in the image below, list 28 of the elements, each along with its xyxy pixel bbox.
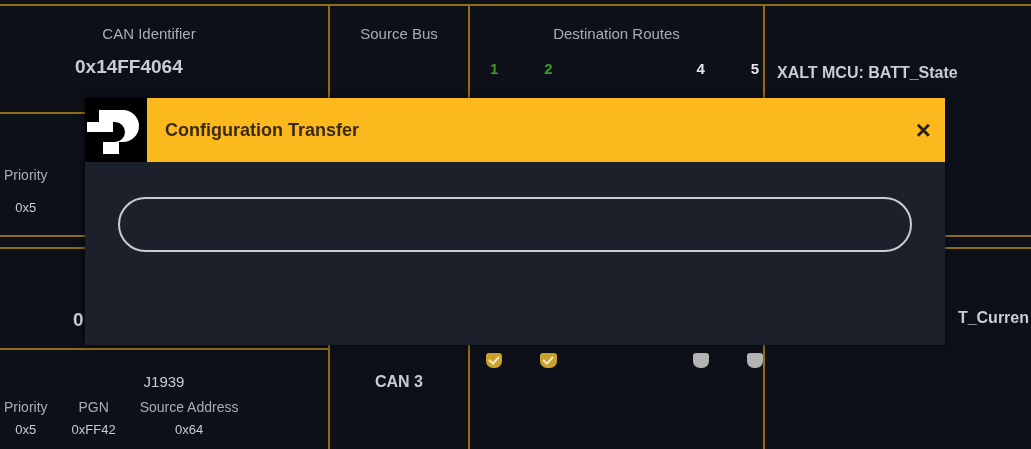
field-label: Priority (4, 166, 48, 184)
column-header: Destination Routes (552, 24, 681, 44)
can-identifier: 0 (72, 309, 85, 331)
message-name: XALT MCU: BATT_State (776, 64, 959, 82)
route-number: 4 (695, 60, 706, 77)
column-header: CAN Identifier (101, 24, 197, 44)
column-header: Source Bus (359, 24, 439, 44)
source-bus: CAN 3 (374, 373, 424, 391)
field-label: Priority (4, 398, 48, 416)
logo-icon (85, 98, 147, 162)
field-label: PGN (78, 398, 109, 416)
field-value: 0x5 (15, 422, 37, 438)
message-name: T_Curren (956, 309, 1030, 327)
route-checkbox[interactable] (746, 353, 763, 368)
field-label: Source Address (139, 398, 239, 416)
panel-title: J1939 (142, 372, 186, 392)
field-value: 0xFF42 (71, 422, 116, 438)
close-button[interactable]: × (911, 116, 935, 144)
route-number: 1 (488, 60, 500, 77)
field-value: 0x5 (15, 200, 37, 216)
route-checkbox[interactable] (540, 353, 557, 368)
route-number: 5 (749, 60, 761, 77)
route-checkbox[interactable] (692, 353, 709, 368)
route-checkbox[interactable] (486, 353, 503, 368)
field-value: 0x64 (174, 422, 204, 438)
route-number: 2 (543, 60, 554, 77)
dialog-title: Configuration Transfer (165, 119, 360, 141)
can-identifier: 0x14FF4064 (74, 56, 184, 78)
